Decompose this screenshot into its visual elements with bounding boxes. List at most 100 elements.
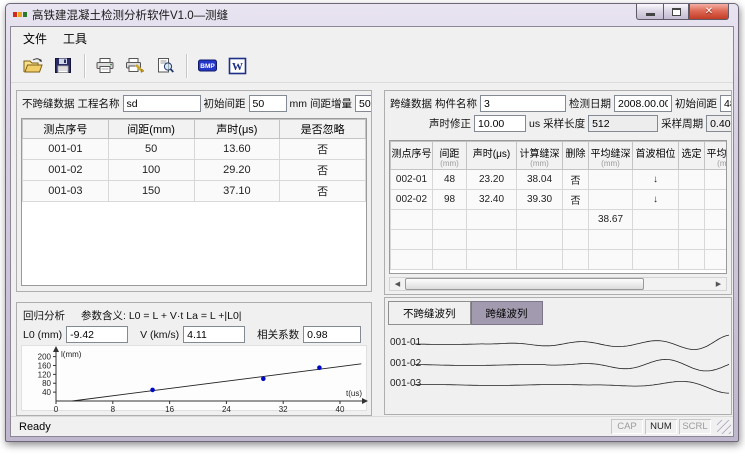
print-preview-icon	[156, 57, 175, 74]
table-cell: 否	[280, 139, 366, 160]
export-bmp-icon: BMP	[197, 57, 218, 74]
table-cell	[467, 230, 517, 250]
resize-grip[interactable]	[717, 420, 731, 434]
status-text: Ready	[11, 421, 611, 433]
waveform-tabs: 不跨缝波列 跨缝波列	[385, 298, 731, 325]
table-row[interactable]: 002-014823.2038.04否↓	[391, 170, 728, 190]
print-setup-button[interactable]	[121, 53, 149, 79]
table-cell	[679, 190, 705, 210]
table-cell	[563, 250, 589, 270]
column-header[interactable]: 计算缝深(mm)	[517, 142, 563, 170]
sample-length-input[interactable]	[588, 115, 658, 132]
table-cell: ↓	[633, 170, 679, 190]
corr-input[interactable]	[303, 326, 361, 343]
column-header[interactable]: 平均缝深(mm)	[705, 142, 728, 170]
horizontal-scrollbar[interactable]: ◀ ▶	[389, 277, 727, 291]
table-cell: 32.40	[467, 190, 517, 210]
time-correction-label: 声时修正	[429, 116, 471, 131]
table-cell	[679, 250, 705, 270]
export-bmp-button[interactable]: BMP	[193, 53, 221, 79]
scroll-left-arrow-icon[interactable]: ◀	[390, 278, 405, 290]
table-row[interactable]: 38.67	[391, 210, 728, 230]
svg-text:160: 160	[38, 361, 52, 370]
minimize-button[interactable]	[636, 4, 663, 20]
title-bar[interactable]: 高铁建混凝土检测分析软件V1.0—测缝 ✕	[6, 4, 738, 25]
date-input[interactable]	[614, 95, 672, 112]
cross-seam-table: 测点序号间距(mm)声时(μs)计算缝深(mm)删除平均缝深(mm)首波相位选定…	[389, 140, 727, 274]
table-cell: 150	[108, 181, 194, 202]
svg-text:40: 40	[42, 388, 51, 397]
column-header[interactable]: 是否忽略	[280, 120, 366, 139]
regression-formula: 参数含义: L0 = L + V·t La = L +|L0|	[81, 308, 242, 323]
column-header[interactable]: 声时(μs)	[467, 142, 517, 170]
scrollbar-track[interactable]	[405, 278, 711, 290]
scrollbar-thumb[interactable]	[405, 278, 644, 290]
column-header[interactable]: 间距(mm)	[433, 142, 467, 170]
no-cross-seam-table: 测点序号间距(mm)声时(μs)是否忽略 001-015013.60否001-0…	[21, 118, 367, 286]
sample-period-input[interactable]	[706, 115, 731, 132]
l0-input[interactable]	[66, 326, 128, 343]
maximize-button[interactable]	[663, 4, 689, 20]
scroll-lock-indicator: SCRL	[679, 419, 711, 434]
table-row[interactable]	[391, 230, 728, 250]
column-header[interactable]: 声时(μs)	[194, 120, 280, 139]
table-cell	[391, 210, 433, 230]
table-cell	[563, 230, 589, 250]
waveform-trace	[415, 359, 729, 371]
table-cell	[705, 210, 728, 230]
menu-file[interactable]: 文件	[15, 28, 55, 49]
table-cell	[633, 210, 679, 230]
table-cell	[589, 230, 633, 250]
table-row[interactable]: 001-0315037.10否	[23, 181, 366, 202]
scroll-right-arrow-icon[interactable]: ▶	[711, 278, 726, 290]
table-cell: 48	[433, 170, 467, 190]
table-cell	[391, 250, 433, 270]
client-area: 文件 工具	[10, 26, 734, 437]
table-row[interactable]	[391, 250, 728, 270]
tab-no-cross-seam-waves[interactable]: 不跨缝波列	[388, 301, 471, 325]
svg-text:80: 80	[42, 379, 51, 388]
component-input[interactable]	[480, 95, 566, 112]
spacing-step-input[interactable]	[355, 95, 371, 112]
table-row[interactable]: 001-015013.60否	[23, 139, 366, 160]
v-input[interactable]	[183, 326, 245, 343]
column-header[interactable]: 间距(mm)	[108, 120, 194, 139]
print-button[interactable]	[91, 53, 119, 79]
column-header[interactable]: 选定	[679, 142, 705, 170]
svg-text:24: 24	[222, 405, 231, 412]
table-header-row: 测点序号间距(mm)声时(μs)计算缝深(mm)删除平均缝深(mm)首波相位选定…	[391, 142, 728, 170]
init-spacing-input[interactable]	[720, 95, 731, 112]
project-name-input[interactable]	[123, 95, 201, 112]
regression-chart: 40801201602000816243240l(mm)t(us)	[21, 345, 367, 411]
column-header[interactable]: 平均缝深(mm)	[589, 142, 633, 170]
export-word-button[interactable]: W	[223, 53, 251, 79]
open-file-button[interactable]	[19, 53, 47, 79]
close-icon: ✕	[705, 6, 713, 17]
init-spacing-input[interactable]	[249, 95, 287, 112]
table-cell	[705, 190, 728, 210]
table-cell	[391, 230, 433, 250]
table-cell: 否	[280, 160, 366, 181]
svg-text:t(us): t(us)	[346, 389, 362, 398]
print-preview-button[interactable]	[151, 53, 179, 79]
svg-text:l(mm): l(mm)	[61, 350, 82, 359]
table-cell: 002-02	[391, 190, 433, 210]
init-spacing-unit: mm	[290, 98, 308, 110]
time-correction-input[interactable]	[474, 115, 526, 132]
column-header[interactable]: 测点序号	[391, 142, 433, 170]
corr-label: 相关系数	[257, 327, 299, 342]
time-correction-unit: us	[529, 118, 540, 130]
menu-tools[interactable]: 工具	[55, 28, 95, 49]
column-header[interactable]: 删除	[563, 142, 589, 170]
table-row[interactable]: 001-0210029.20否	[23, 160, 366, 181]
init-spacing-label: 初始间距	[204, 96, 246, 111]
column-header[interactable]: 测点序号	[23, 120, 109, 139]
column-header[interactable]: 首波相位	[633, 142, 679, 170]
table-row[interactable]: 002-029832.4039.30否↓	[391, 190, 728, 210]
export-word-icon: W	[228, 57, 247, 75]
table-cell	[633, 250, 679, 270]
project-name-label: 工程名称	[78, 96, 120, 111]
close-button[interactable]: ✕	[689, 4, 729, 20]
save-button[interactable]	[49, 53, 77, 79]
tab-cross-seam-waves[interactable]: 跨缝波列	[471, 301, 543, 325]
